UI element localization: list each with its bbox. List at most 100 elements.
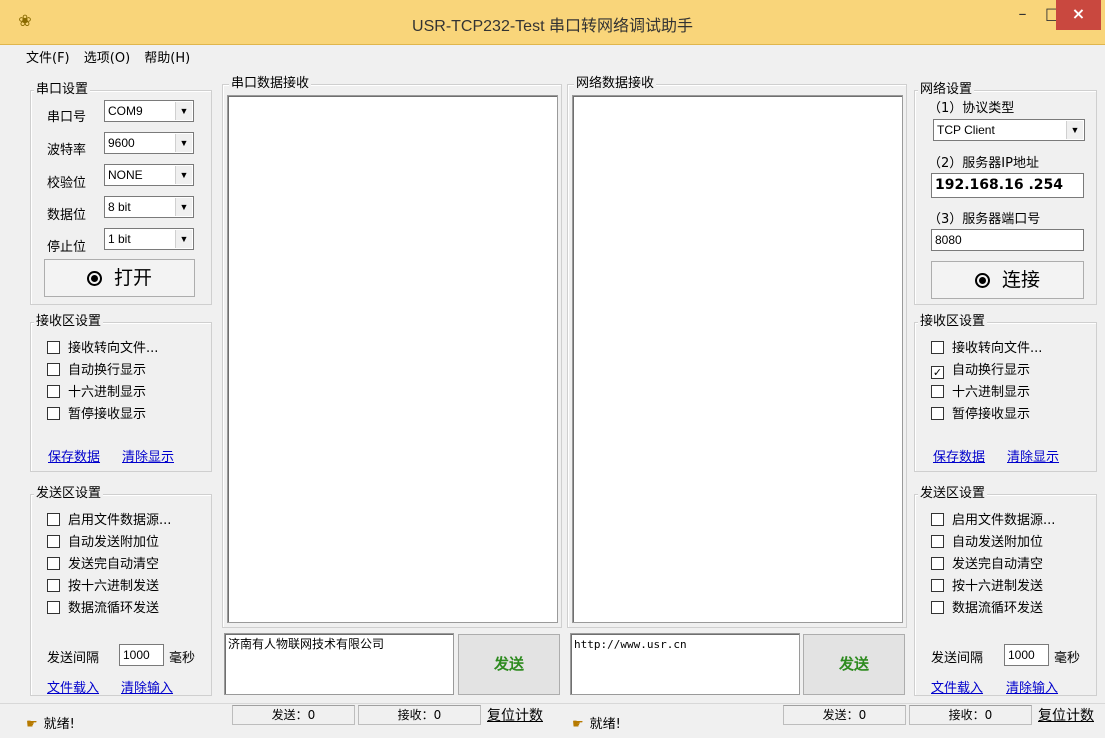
stopbits-select[interactable]: 1 bit ▼	[104, 228, 194, 250]
right-ready-text: 就绪!	[589, 717, 621, 732]
left-send-option-hex[interactable]: 按十六进制发送	[47, 576, 207, 598]
checkbox-icon[interactable]	[931, 601, 944, 614]
right-send-option-append[interactable]: 自动发送附加位	[931, 532, 1091, 554]
option-label: 接收转向文件...	[68, 341, 159, 356]
checkbox-icon[interactable]	[47, 557, 60, 570]
stopbits-label: 停止位	[47, 240, 87, 255]
serial-settings-title: 串口设置	[34, 82, 91, 97]
option-label: 接收转向文件...	[952, 341, 1043, 356]
checkbox-icon[interactable]	[931, 513, 944, 526]
right-send-option-loop[interactable]: 数据流循环发送	[931, 598, 1091, 620]
radio-indicator-icon	[974, 273, 990, 288]
right-option-redirect[interactable]: 接收转向文件...	[931, 338, 1091, 360]
left-option-redirect[interactable]: 接收转向文件...	[47, 338, 207, 360]
left-send-option-append[interactable]: 自动发送附加位	[47, 532, 207, 554]
menu-options[interactable]: 选项(O)	[84, 47, 130, 66]
option-label: 十六进制显示	[68, 385, 147, 400]
option-label: 发送完自动清空	[68, 557, 160, 572]
option-label: 暂停接收显示	[952, 407, 1031, 422]
option-label: 自动换行显示	[952, 363, 1031, 378]
port-value: COM9	[108, 104, 143, 118]
right-option-hex[interactable]: 十六进制显示	[931, 382, 1091, 404]
databits-select[interactable]: 8 bit ▼	[104, 196, 194, 218]
menu-help[interactable]: 帮助(H)	[144, 47, 190, 66]
left-option-autowrap[interactable]: 自动换行显示	[47, 360, 207, 382]
protocol-select[interactable]: TCP Client ▼	[933, 119, 1085, 141]
right-send-option-hex[interactable]: 按十六进制发送	[931, 576, 1091, 598]
checkbox-icon[interactable]	[47, 341, 60, 354]
server-port-input[interactable]: 8080	[931, 229, 1084, 251]
right-send-option-autoclear[interactable]: 发送完自动清空	[931, 554, 1091, 576]
left-send-option-loop[interactable]: 数据流循环发送	[47, 598, 207, 620]
checkbox-icon[interactable]	[931, 341, 944, 354]
parity-select[interactable]: NONE ▼	[104, 164, 194, 186]
left-clear-input-link[interactable]: 清除输入	[121, 677, 173, 696]
checkbox-icon[interactable]	[47, 535, 60, 548]
left-clear-display-link[interactable]: 清除显示	[122, 446, 174, 465]
databits-label: 数据位	[47, 208, 87, 223]
option-label: 数据流循环发送	[952, 601, 1044, 616]
left-status-ready: ☛ 就绪!	[26, 713, 75, 732]
port-select[interactable]: COM9 ▼	[104, 100, 194, 122]
network-send-button[interactable]: 发送	[803, 634, 905, 695]
left-save-data-link[interactable]: 保存数据	[48, 446, 100, 465]
network-receive-textarea[interactable]	[572, 95, 903, 623]
serial-send-button[interactable]: 发送	[458, 634, 560, 695]
checkbox-icon[interactable]	[931, 579, 944, 592]
checkbox-icon[interactable]	[931, 535, 944, 548]
hand-pointer-icon: ☛	[26, 717, 38, 732]
open-port-label: 打开	[113, 267, 152, 289]
left-reset-count-button[interactable]: 复位计数	[487, 705, 543, 725]
right-interval-label: 发送间隔	[931, 651, 984, 666]
right-option-autowrap[interactable]: ✓ 自动换行显示	[931, 360, 1091, 382]
left-load-file-link[interactable]: 文件载入	[47, 677, 99, 696]
checkbox-icon[interactable]	[47, 407, 60, 420]
checkbox-icon[interactable]	[47, 601, 60, 614]
left-send-option-autoclear[interactable]: 发送完自动清空	[47, 554, 207, 576]
connect-button[interactable]: 连接	[931, 261, 1084, 299]
right-send-option-file[interactable]: 启用文件数据源...	[931, 510, 1091, 532]
right-save-data-link[interactable]: 保存数据	[933, 446, 985, 465]
stopbits-value: 1 bit	[108, 232, 131, 246]
radio-indicator-icon	[86, 271, 102, 286]
serial-send-input[interactable]: 济南有人物联网技术有限公司	[224, 633, 454, 695]
protocol-label: （1）协议类型	[928, 101, 1015, 116]
network-send-input[interactable]: http://www.usr.cn	[570, 633, 800, 695]
network-receive-title: 网络数据接收	[574, 76, 657, 91]
right-load-file-link[interactable]: 文件载入	[931, 677, 983, 696]
option-label: 自动换行显示	[68, 363, 147, 378]
option-label: 启用文件数据源...	[68, 513, 172, 528]
menu-file[interactable]: 文件(F)	[26, 47, 70, 66]
checkbox-icon[interactable]	[931, 407, 944, 420]
right-interval-unit: 毫秒	[1054, 651, 1081, 666]
left-send-option-file[interactable]: 启用文件数据源...	[47, 510, 207, 532]
right-option-pause[interactable]: 暂停接收显示	[931, 404, 1091, 426]
right-interval-input[interactable]: 1000	[1004, 644, 1049, 666]
checkbox-icon[interactable]	[931, 385, 944, 398]
option-label: 自动发送附加位	[952, 535, 1044, 550]
checkbox-icon[interactable]	[47, 579, 60, 592]
right-sent-counter: 发送：0	[783, 705, 906, 725]
left-interval-unit: 毫秒	[169, 651, 196, 666]
checkbox-icon[interactable]	[47, 385, 60, 398]
close-button[interactable]: ×	[1056, 0, 1101, 30]
open-port-button[interactable]: 打开	[44, 259, 195, 297]
right-clear-input-link[interactable]: 清除输入	[1006, 677, 1058, 696]
left-interval-input[interactable]: 1000	[119, 644, 164, 666]
title-bar[interactable]: ❀ USR-TCP232-Test 串口转网络调试助手 – □ ×	[0, 0, 1105, 45]
baud-select[interactable]: 9600 ▼	[104, 132, 194, 154]
checkbox-icon[interactable]	[47, 513, 60, 526]
checkbox-icon[interactable]	[47, 363, 60, 376]
right-clear-display-link[interactable]: 清除显示	[1007, 446, 1059, 465]
right-reset-count-button[interactable]: 复位计数	[1038, 705, 1094, 725]
protocol-value: TCP Client	[937, 123, 995, 137]
server-port-label: （3）服务器端口号	[928, 212, 1041, 227]
option-label: 启用文件数据源...	[952, 513, 1056, 528]
checkbox-checked-icon[interactable]: ✓	[931, 366, 944, 379]
ip-input[interactable]: 192.168.16 .254	[931, 173, 1084, 198]
checkbox-icon[interactable]	[931, 557, 944, 570]
left-option-hex[interactable]: 十六进制显示	[47, 382, 207, 404]
connect-label: 连接	[1001, 269, 1040, 291]
left-option-pause[interactable]: 暂停接收显示	[47, 404, 207, 426]
serial-receive-textarea[interactable]	[227, 95, 558, 623]
